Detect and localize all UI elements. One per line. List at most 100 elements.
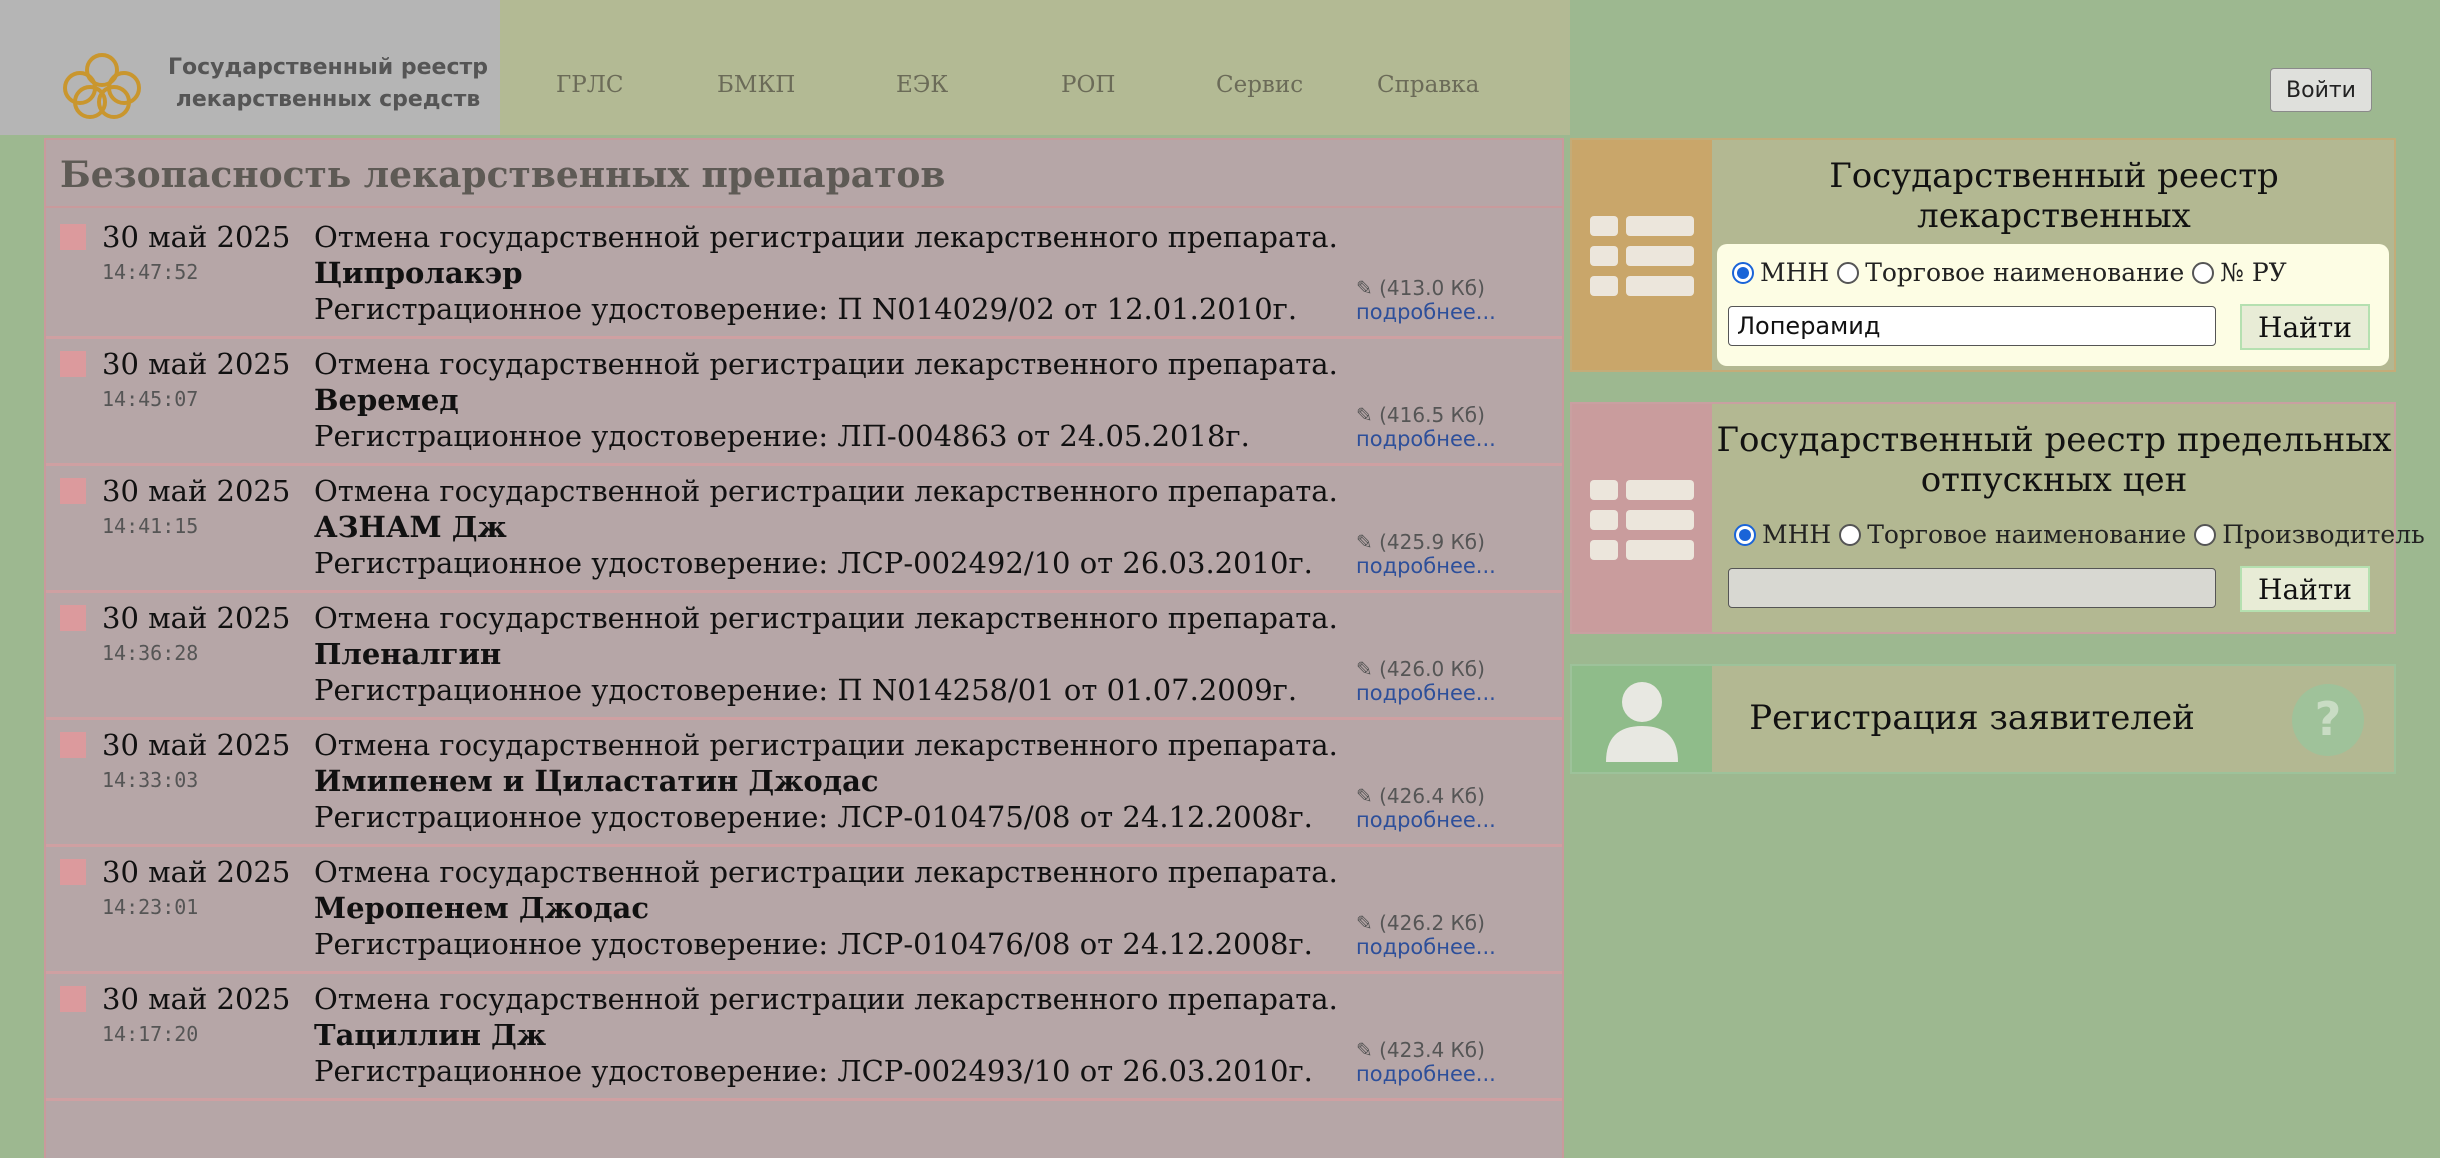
prices-icon-box xyxy=(1572,404,1712,632)
radio-manufacturer[interactable] xyxy=(2194,523,2217,546)
svg-text:?: ? xyxy=(2315,692,2342,746)
nav-item-service[interactable]: Сервис xyxy=(1216,72,1303,98)
grls-search-widget: Государственный реестр лекарственных сре… xyxy=(1570,138,2396,372)
news-time: 14:36:28 xyxy=(102,641,199,665)
logo-rings-icon[interactable] xyxy=(56,52,148,120)
news-time: 14:41:15 xyxy=(102,514,199,538)
grls-icon-box xyxy=(1572,140,1712,370)
nav-item-rop[interactable]: РОП xyxy=(1061,72,1115,98)
login-button[interactable]: Войти xyxy=(2270,68,2372,112)
prices-search-input[interactable] xyxy=(1728,568,2216,608)
grls-search-input[interactable] xyxy=(1728,306,2216,346)
prices-search-button[interactable]: Найти xyxy=(2240,566,2370,612)
news-time: 14:23:01 xyxy=(102,895,199,919)
news-item: 30 май 2025 14:17:20 Отмена государственно… xyxy=(46,974,1562,1101)
nav-item-grls[interactable]: ГРЛС xyxy=(556,72,624,98)
radio-trade-name[interactable] xyxy=(1837,261,1860,284)
news-title-divider xyxy=(46,206,1562,208)
price-registry-widget: Государственный реестр предельных отпуск… xyxy=(1570,402,2425,634)
news-date: 30 май 2025 xyxy=(102,982,291,1016)
prices-title-line-1: Государственный реестр предельных xyxy=(1716,420,2392,460)
news-drug-name: АЗНАМ Дж xyxy=(314,510,507,544)
grls-search-button[interactable]: Найти xyxy=(2240,304,2370,350)
question-mark-icon[interactable]: ? xyxy=(2292,684,2364,756)
news-time: 14:47:52 xyxy=(102,260,199,284)
drug-safety-news-panel: Безопасность лекарственных препаратов 30… xyxy=(44,138,1564,1158)
news-time: 14:45:07 xyxy=(102,387,199,411)
news-text: Отмена государственной регистрации лекар… xyxy=(314,347,1338,381)
news-certificate: Регистрационное удостоверение: ЛСР-01047… xyxy=(314,927,1313,961)
news-drug-name: Веремед xyxy=(314,383,459,417)
news-text: Отмена государственной регистрации лекар… xyxy=(314,855,1338,889)
nav-item-help[interactable]: Справка xyxy=(1377,72,1479,98)
news-item: 30 май 2025 14:45:07 Отмена государственно… xyxy=(46,339,1562,466)
more-link[interactable]: подробнее... xyxy=(1356,935,1496,959)
attachment-link[interactable]: ✎ (426.0 Кб) xyxy=(1356,657,1485,681)
news-drug-name: Ципролакэр xyxy=(314,256,523,290)
more-link[interactable]: подробнее... xyxy=(1356,1062,1496,1086)
news-certificate: Регистрационное удостоверение: ЛСР-01047… xyxy=(314,800,1313,834)
attachment-link[interactable]: ✎ (423.4 Кб) xyxy=(1356,1038,1485,1062)
logo-line-1: Государственный реестр xyxy=(168,55,489,80)
news-marker-square xyxy=(60,351,86,377)
news-date: 30 май 2025 xyxy=(102,728,291,762)
attachment-link[interactable]: ✎ (426.4 Кб) xyxy=(1356,784,1485,808)
list-grid-icon xyxy=(1590,216,1694,296)
news-item: 30 май 2025 14:47:52 Отмена государственно… xyxy=(46,212,1562,339)
radio-trade-name-label[interactable]: Торговое наименование xyxy=(1865,258,2184,287)
more-link[interactable]: подробнее... xyxy=(1356,808,1496,832)
prices-widget-title[interactable]: Государственный реестр предельных отпуск… xyxy=(1712,420,2396,500)
grls-title-line-1: Государственный реестр лекарственных xyxy=(1829,156,2279,236)
news-date: 30 май 2025 xyxy=(102,220,291,254)
prices-search-type: МНН Торговое наименование Производитель xyxy=(1734,520,2433,549)
news-drug-name: Меропенем Джодас xyxy=(314,891,650,925)
news-drug-name: Тациллин Дж xyxy=(314,1018,547,1052)
news-panel-title: Безопасность лекарственных препаратов xyxy=(60,154,946,196)
news-item: 30 май 2025 14:41:15 Отмена государственно… xyxy=(46,466,1562,593)
radio-ru-number-label[interactable]: № РУ xyxy=(2220,258,2287,287)
news-time: 14:33:03 xyxy=(102,768,199,792)
attachment-link[interactable]: ✎ (426.2 Кб) xyxy=(1356,911,1485,935)
user-icon xyxy=(1606,682,1678,762)
radio-manufacturer-label[interactable]: Производитель xyxy=(2222,520,2424,549)
radio-mnn[interactable] xyxy=(1732,261,1754,284)
news-item: 30 май 2025 14:36:28 Отмена государственно… xyxy=(46,593,1562,720)
news-certificate: Регистрационное удостоверение: ЛСР-00249… xyxy=(314,1054,1313,1088)
more-link[interactable]: подробнее... xyxy=(1356,300,1496,324)
nav-item-eek[interactable]: ЕЭК xyxy=(896,72,948,98)
radio-trade-name-label[interactable]: Торговое наименование xyxy=(1867,520,2186,549)
radio-mnn-label[interactable]: МНН xyxy=(1760,258,1829,287)
news-marker-square xyxy=(60,478,86,504)
prices-title-line-2: отпускных цен xyxy=(1920,460,2188,500)
applicant-registration-widget[interactable]: Регистрация заявителей ? xyxy=(1570,664,2396,774)
news-item: 30 май 2025 14:33:03 Отмена государственно… xyxy=(46,720,1562,847)
radio-mnn-label[interactable]: МНН xyxy=(1762,520,1831,549)
news-marker-square xyxy=(60,986,86,1012)
reg-icon-box xyxy=(1572,666,1712,772)
news-marker-square xyxy=(60,605,86,631)
logo-area: Государственный реестр лекарственных сре… xyxy=(0,0,500,135)
news-text: Отмена государственной регистрации лекар… xyxy=(314,982,1338,1016)
more-link[interactable]: подробнее... xyxy=(1356,427,1496,451)
radio-trade-name[interactable] xyxy=(1839,523,1862,546)
registration-title[interactable]: Регистрация заявителей xyxy=(1712,698,2232,738)
attachment-link[interactable]: ✎ (416.5 Кб) xyxy=(1356,403,1485,427)
news-divider xyxy=(46,1098,1562,1101)
radio-mnn[interactable] xyxy=(1734,523,1756,546)
news-drug-name: Имипенем и Циластатин Джодас xyxy=(314,764,879,798)
more-link[interactable]: подробнее... xyxy=(1356,681,1496,705)
grls-search-type: МНН Торговое наименование № РУ xyxy=(1732,258,2295,287)
news-date: 30 май 2025 xyxy=(102,601,291,635)
nav-item-bmkp[interactable]: БМКП xyxy=(717,72,795,98)
more-link[interactable]: подробнее... xyxy=(1356,554,1496,578)
logo-text[interactable]: Государственный реестр лекарственных сре… xyxy=(168,52,488,116)
news-marker-square xyxy=(60,859,86,885)
logo-line-2: лекарственных средств xyxy=(175,87,481,112)
radio-ru-number[interactable] xyxy=(2192,261,2215,284)
attachment-link[interactable]: ✎ (425.9 Кб) xyxy=(1356,530,1485,554)
news-time: 14:17:20 xyxy=(102,1022,199,1046)
news-marker-square xyxy=(60,224,86,250)
news-text: Отмена государственной регистрации лекар… xyxy=(314,474,1338,508)
news-certificate: Регистрационное удостоверение: ЛП-004863… xyxy=(314,419,1250,453)
attachment-link[interactable]: ✎ (413.0 Кб) xyxy=(1356,276,1485,300)
